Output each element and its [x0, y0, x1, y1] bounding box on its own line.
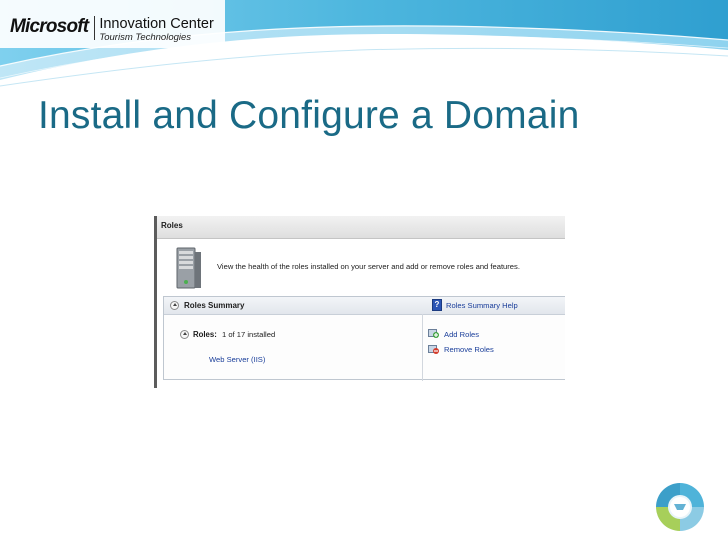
roles-description: View the health of the roles installed o…: [217, 262, 520, 271]
chevron-up-icon[interactable]: [180, 330, 189, 339]
tourism-technologies-label: Tourism Technologies: [99, 32, 192, 43]
roles-installed-count: 1 of 17 installed: [222, 330, 276, 339]
roles-titlebar: Roles: [157, 216, 565, 239]
roles-summary-section: Roles Summary ? Roles Summary Help Roles…: [163, 296, 565, 381]
roles-label: Roles:: [193, 330, 217, 339]
remove-roles-icon: [428, 345, 439, 354]
innovation-center-logo-icon: [656, 483, 704, 531]
help-icon: ?: [432, 299, 442, 311]
roles-summary-help-link[interactable]: Roles Summary Help: [446, 301, 518, 310]
microsoft-innovation-center-logo: Microsoft Innovation Center Tourism Tech…: [10, 14, 214, 44]
add-roles-icon: [428, 329, 439, 338]
innovation-center-label: Innovation Center: [99, 16, 214, 32]
server-icon: [176, 247, 201, 289]
add-roles-link[interactable]: Add Roles: [444, 330, 479, 339]
logo-text-block: Innovation Center Tourism Technologies: [99, 14, 213, 43]
roles-summary-header: Roles Summary ? Roles Summary Help: [164, 297, 565, 315]
header-band: Microsoft Innovation Center Tourism Tech…: [0, 0, 728, 90]
web-server-iis-link[interactable]: Web Server (IIS): [209, 355, 265, 364]
microsoft-wordmark: Microsoft: [10, 16, 89, 37]
summary-divider: [422, 314, 423, 381]
remove-roles-link[interactable]: Remove Roles: [444, 345, 494, 354]
chevron-up-icon[interactable]: [170, 301, 179, 310]
roles-screenshot-panel: Roles View the health of the roles insta…: [154, 216, 565, 388]
logo-divider: [94, 16, 96, 40]
roles-description-area: View the health of the roles installed o…: [163, 242, 563, 300]
roles-summary-title: Roles Summary: [184, 301, 245, 310]
slide-title: Install and Configure a Domain: [38, 94, 580, 137]
roles-title: Roles: [161, 221, 183, 230]
